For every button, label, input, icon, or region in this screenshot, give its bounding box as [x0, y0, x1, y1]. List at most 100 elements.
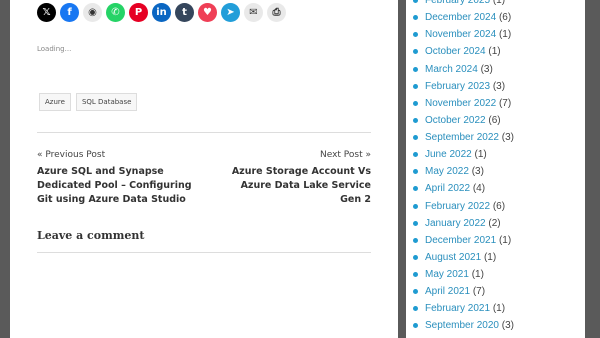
print-icon[interactable]: ⎙ [267, 3, 286, 22]
archive-count: (1) [492, 303, 506, 315]
telegram-icon[interactable]: ➤ [221, 3, 240, 22]
bullet-icon [413, 152, 418, 158]
bullet-icon [413, 186, 418, 192]
bullet-icon [413, 117, 418, 123]
bullet-icon [413, 306, 418, 312]
archive-item: September 2022 (3) [413, 129, 514, 146]
sidebar-archives: February 2025 (1) December 2024 (6) Novemb… [406, 0, 585, 338]
bullet-icon [413, 203, 418, 209]
archive-item: November 2022 (7) [413, 95, 514, 112]
archive-item: April 2021 (7) [413, 283, 514, 300]
archive-count: (7) [472, 286, 486, 298]
archive-item: June 2022 (1) [413, 146, 514, 163]
x-icon[interactable]: 𝕏 [37, 3, 56, 22]
next-post-label[interactable]: Next Post » [320, 150, 371, 160]
linkedin-icon[interactable]: in [152, 3, 171, 22]
archive-count: (1) [471, 269, 484, 280]
archive-count: (1) [498, 234, 512, 246]
archive-count: (3) [480, 63, 493, 75]
archive-month-link[interactable]: February 2022 [425, 201, 490, 212]
archive-month-link[interactable]: September 2022 [425, 132, 499, 143]
archive-month-link[interactable]: April 2021 [425, 286, 470, 297]
archive-month-link[interactable]: December 2021 [425, 235, 496, 246]
divider [37, 132, 371, 133]
archive-item: May 2022 (3) [413, 163, 514, 180]
archive-count: (2) [488, 217, 501, 229]
archive-item: October 2022 (6) [413, 112, 514, 129]
archive-month-link[interactable]: September 2020 [425, 320, 499, 331]
divider [37, 252, 371, 253]
archive-count: (7) [498, 97, 512, 109]
bullet-icon [413, 15, 418, 21]
archive-count: (6) [488, 114, 501, 126]
pinterest-icon[interactable]: P [129, 3, 148, 22]
archive-item: December 2024 (6) [413, 9, 514, 26]
archive-count: (1) [492, 0, 506, 6]
bullet-icon [413, 169, 418, 175]
post-content: 𝕏f ◉ ✆ Pin t ♥ ➤ ✉ ⎙ Loading... Azure SQL Databa… [10, 0, 398, 338]
archive-month-link[interactable]: August 2021 [425, 252, 481, 263]
bullet-icon [413, 254, 418, 260]
share-buttons: 𝕏f ◉ ✆ Pin t ♥ ➤ ✉ ⎙ [37, 3, 286, 22]
archive-item: February 2021 (1) [413, 300, 514, 317]
bullet-icon [413, 83, 418, 89]
facebook-icon[interactable]: f [60, 3, 79, 22]
next-post-link[interactable]: Azure Storage Account Vs Azure Data Lake… [221, 165, 371, 207]
tumblr-icon[interactable]: t [175, 3, 194, 22]
archive-item: September 2020 (3) [413, 317, 514, 334]
whatsapp-icon[interactable]: ✆ [106, 3, 125, 22]
leave-comment-heading: Leave a comment [37, 229, 145, 242]
archive-item: March 2024 (3) [413, 61, 514, 78]
bullet-icon [413, 135, 418, 140]
archive-count: (6) [498, 12, 512, 24]
archive-item: December 2021 (1) [413, 232, 514, 249]
archive-item: April 2022 (4) [413, 180, 514, 197]
bullet-icon [413, 289, 418, 295]
archive-count: (3) [492, 80, 506, 92]
archive-month-link[interactable]: November 2022 [425, 98, 496, 109]
archive-count: (3) [471, 166, 484, 178]
archive-item: November 2024 (1) [413, 26, 514, 43]
archive-count: (1) [474, 149, 487, 161]
archive-month-link[interactable]: February 2023 [425, 81, 490, 92]
bullet-icon [413, 323, 418, 329]
reddit-icon[interactable]: ◉ [83, 3, 102, 22]
archive-item: February 2022 (6) [413, 198, 514, 215]
bullet-icon [413, 272, 418, 277]
bullet-icon [413, 49, 418, 55]
page-gutter [398, 0, 406, 338]
archive-item: May 2021 (1) [413, 266, 514, 283]
archive-month-link[interactable]: February 2021 [425, 303, 490, 314]
archive-month-link[interactable]: March 2024 [425, 64, 478, 75]
tag-list: Azure SQL Database [39, 93, 138, 111]
archive-list: February 2025 (1) December 2024 (6) Novemb… [413, 0, 514, 335]
tag-azure[interactable]: Azure [39, 93, 71, 111]
email-icon[interactable]: ✉ [244, 3, 263, 22]
archive-count: (1) [498, 29, 512, 41]
archive-month-link[interactable]: January 2022 [425, 218, 486, 229]
archive-count: (1) [488, 46, 501, 58]
archive-month-link[interactable]: May 2021 [425, 269, 469, 280]
tag-sql-database[interactable]: SQL Database [75, 93, 138, 111]
bullet-icon [413, 0, 418, 3]
archive-month-link[interactable]: October 2024 [425, 46, 486, 57]
previous-post-label[interactable]: « Previous Post [37, 150, 105, 160]
archive-month-link[interactable]: May 2022 [425, 166, 469, 177]
archive-month-link[interactable]: October 2022 [425, 115, 486, 126]
archive-count: (1) [483, 251, 497, 263]
pocket-icon[interactable]: ♥ [198, 3, 217, 22]
bullet-icon [413, 66, 418, 72]
archive-month-link[interactable]: April 2022 [425, 183, 470, 194]
bullet-icon [413, 220, 418, 226]
bullet-icon [413, 32, 418, 38]
archive-month-link[interactable]: November 2024 [425, 29, 496, 40]
archive-item: February 2023 (3) [413, 78, 514, 95]
previous-post-link[interactable]: Azure SQL and Synapse Dedicated Pool – C… [37, 165, 207, 207]
bullet-icon [413, 100, 418, 106]
archive-month-link[interactable]: December 2024 [425, 12, 496, 23]
archive-month-link[interactable]: February 2025 [425, 0, 490, 6]
loading-text: Loading... [37, 45, 72, 53]
archive-month-link[interactable]: June 2022 [425, 149, 472, 160]
archive-count: (4) [472, 183, 486, 195]
archive-item: October 2024 (1) [413, 43, 514, 60]
